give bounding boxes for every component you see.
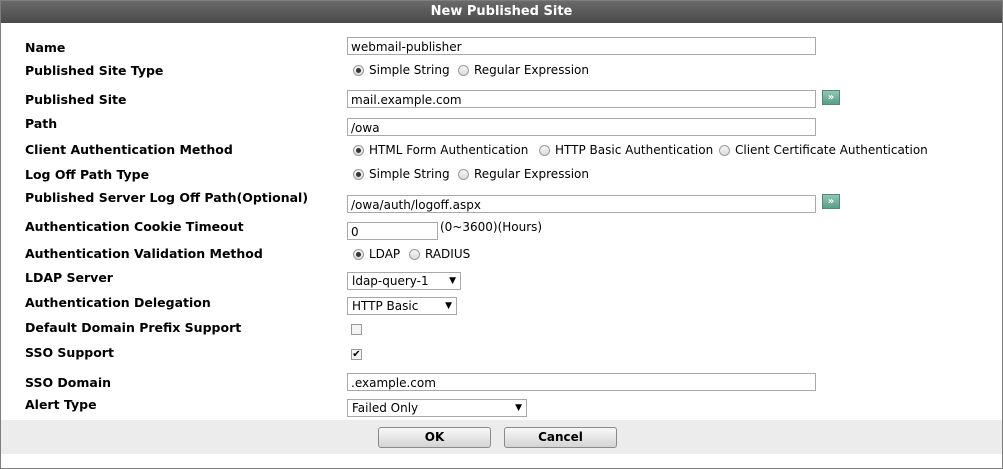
path-input[interactable]: /owa xyxy=(347,118,816,136)
log-off-simple-string-radio[interactable]: Simple String xyxy=(353,167,450,181)
radio-icon xyxy=(458,168,469,180)
select-value: ldap-query-1 xyxy=(352,274,429,288)
dialog-footer xyxy=(1,420,1002,454)
dialog-title: New Published Site xyxy=(1,1,1002,23)
ldap-radio[interactable]: LDAP xyxy=(353,247,400,261)
radio-label: RADIUS xyxy=(425,247,471,261)
cookie-timeout-input[interactable]: 0 xyxy=(347,222,438,240)
validation-method-label: Authentication Validation Method xyxy=(25,246,263,261)
cookie-timeout-label: Authentication Cookie Timeout xyxy=(25,219,244,234)
name-input[interactable]: webmail-publisher xyxy=(347,37,816,55)
http-basic-auth-radio[interactable]: HTTP Basic Authentication xyxy=(539,143,713,157)
radio-label: Simple String xyxy=(369,167,450,181)
log-off-path-type-label: Log Off Path Type xyxy=(25,167,150,182)
radio-icon xyxy=(458,64,469,76)
auth-delegation-select[interactable]: HTTP Basic ▼ xyxy=(347,297,457,315)
sso-domain-label: SSO Domain xyxy=(25,375,112,390)
cancel-button[interactable]: Cancel xyxy=(504,427,617,448)
client-cert-auth-radio[interactable]: Client Certificate Authentication xyxy=(719,143,928,157)
radius-radio[interactable]: RADIUS xyxy=(409,247,470,261)
radio-label: LDAP xyxy=(369,247,401,261)
chevron-down-icon: ▼ xyxy=(515,403,522,413)
checkmark-icon: ✔ xyxy=(352,349,361,360)
radio-label: HTML Form Authentication xyxy=(369,143,529,157)
published-site-label: Published Site xyxy=(25,92,127,107)
chevron-down-icon: ▼ xyxy=(445,301,452,311)
published-site-input[interactable]: mail.example.com xyxy=(347,90,816,108)
radio-label: Simple String xyxy=(369,63,450,77)
site-type-simple-string-radio[interactable]: Simple String xyxy=(353,63,450,77)
sso-support-label: SSO Support xyxy=(25,345,114,360)
path-label: Path xyxy=(25,116,58,131)
radio-selected-icon xyxy=(353,144,364,156)
radio-selected-icon xyxy=(353,64,364,76)
select-value: HTTP Basic xyxy=(352,299,419,313)
html-form-auth-radio[interactable]: HTML Form Authentication xyxy=(353,143,528,157)
client-auth-method-label: Client Authentication Method xyxy=(25,142,233,157)
cookie-timeout-hint: (0~3600)(Hours) xyxy=(440,220,543,234)
ldap-server-select[interactable]: ldap-query-1 ▼ xyxy=(347,272,461,290)
auth-delegation-label: Authentication Delegation xyxy=(25,295,211,310)
radio-icon xyxy=(539,144,550,156)
radio-label: Regular Expression xyxy=(474,167,589,181)
site-type-regex-radio[interactable]: Regular Expression xyxy=(458,63,589,77)
double-chevron-right-icon: » xyxy=(827,196,835,207)
log-off-regex-radio[interactable]: Regular Expression xyxy=(458,167,589,181)
name-label: Name xyxy=(25,40,66,55)
double-chevron-right-icon: » xyxy=(827,92,835,103)
add-published-site-button[interactable]: » xyxy=(822,90,840,105)
log-off-path-input[interactable]: /owa/auth/logoff.aspx xyxy=(347,195,816,213)
published-site-type-label: Published Site Type xyxy=(25,63,164,78)
radio-label: Client Certificate Authentication xyxy=(735,143,928,157)
log-off-path-label: Published Server Log Off Path(Optional) xyxy=(25,190,309,205)
alert-type-label: Alert Type xyxy=(25,397,97,412)
chevron-down-icon: ▼ xyxy=(449,276,456,286)
radio-label: HTTP Basic Authentication xyxy=(555,143,714,157)
dialog: New Published Site Name webmail-publishe… xyxy=(0,0,1003,469)
default-domain-prefix-label: Default Domain Prefix Support xyxy=(25,320,242,335)
radio-selected-icon xyxy=(353,248,364,260)
select-value: Failed Only xyxy=(352,401,419,415)
radio-selected-icon xyxy=(353,168,364,180)
sso-support-checkbox[interactable]: ✔ xyxy=(351,349,362,360)
sso-domain-input[interactable]: .example.com xyxy=(347,373,816,391)
radio-icon xyxy=(719,144,730,156)
radio-icon xyxy=(409,248,420,260)
default-domain-prefix-checkbox[interactable] xyxy=(351,324,362,335)
ok-button[interactable]: OK xyxy=(378,427,491,448)
ldap-server-label: LDAP Server xyxy=(25,270,113,285)
alert-type-select[interactable]: Failed Only ▼ xyxy=(347,399,527,417)
radio-label: Regular Expression xyxy=(474,63,589,77)
add-log-off-path-button[interactable]: » xyxy=(822,194,840,209)
